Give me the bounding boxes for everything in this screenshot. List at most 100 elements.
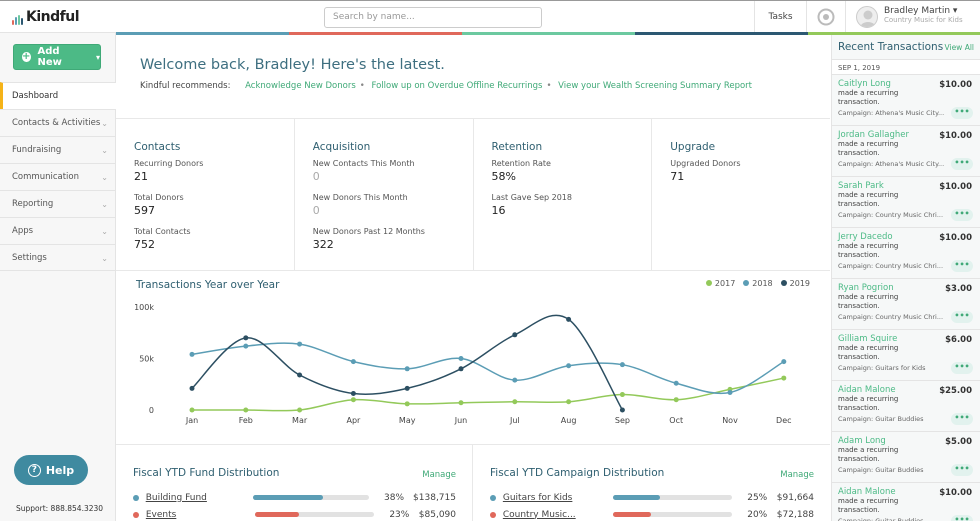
- transaction-item[interactable]: Jordan Gallagher $10.00 made a recurring t…: [832, 126, 980, 177]
- sidebar-item-fundraising[interactable]: Fundraising ⌄: [0, 136, 116, 163]
- distribution-name-link[interactable]: Country Music...: [503, 510, 601, 520]
- stat-label: New Donors Past 12 Months: [312, 227, 425, 236]
- question-circle-icon: ?: [27, 463, 41, 477]
- view-all-link[interactable]: View All: [945, 43, 974, 52]
- transaction-item[interactable]: Aidan Malone $25.00 made a recurring trans…: [832, 381, 980, 432]
- tasks-button[interactable]: Tasks: [754, 1, 806, 33]
- recommend-link[interactable]: Acknowledge New Donors: [245, 81, 356, 91]
- data-point-2019: [297, 372, 303, 378]
- stat-card: Contacts Recurring Donors 21 Total Donors 59…: [116, 119, 295, 270]
- fund-title: Fiscal YTD Fund Distribution: [133, 467, 280, 479]
- chevron-down-icon: ⌄: [101, 119, 108, 128]
- legend-dot: [490, 494, 496, 501]
- more-icon[interactable]: •••: [951, 107, 973, 119]
- welcome-title: Welcome back, Bradley! Here's the latest…: [140, 57, 445, 73]
- more-icon[interactable]: •••: [951, 362, 973, 374]
- sidebar-item-reporting[interactable]: Reporting ⌄: [0, 190, 116, 217]
- x-tick-label: Jul: [509, 416, 520, 425]
- caret-down-icon[interactable]: ▾: [96, 53, 100, 62]
- recommend-link[interactable]: View your Wealth Screening Summary Repor…: [558, 81, 752, 91]
- add-new-button[interactable]: + Add New ▾: [13, 44, 101, 70]
- data-point-2019: [243, 335, 249, 341]
- target-icon[interactable]: [806, 1, 846, 33]
- manage-link[interactable]: Manage: [422, 470, 456, 480]
- transaction-item[interactable]: Adam Long $5.00 made a recurring transacti…: [832, 432, 980, 483]
- data-point-2017: [673, 397, 679, 403]
- sidebar-nav: Dashboard Contacts & Activities ⌄ Fundrai…: [0, 82, 116, 271]
- more-icon[interactable]: •••: [951, 464, 973, 476]
- stat-title: Contacts: [134, 141, 181, 153]
- stat-value: 597: [134, 204, 155, 217]
- recent-title: Recent Transactions: [838, 41, 944, 53]
- transaction-amount: $10.00: [939, 80, 972, 90]
- chevron-down-icon: ⌄: [101, 227, 108, 236]
- plus-circle-icon: +: [22, 51, 31, 62]
- series-line-2019: [191, 314, 624, 411]
- stats-panel: Contacts Recurring Donors 21 Total Donors 59…: [116, 118, 830, 271]
- recommends-label: Kindful recommends:: [140, 81, 231, 91]
- data-point-2018: [404, 366, 410, 372]
- stat-value: 16: [491, 204, 506, 217]
- sidebar: + Add New ▾ Dashboard Contacts & Activitie…: [0, 33, 116, 521]
- chevron-down-icon: ▾: [952, 6, 958, 16]
- progress-bar: [252, 495, 369, 500]
- legend-item[interactable]: 2019: [780, 279, 810, 288]
- more-icon[interactable]: •••: [951, 209, 973, 221]
- user-menu[interactable]: Bradley Martin ▾ Country Music for Kids: [856, 6, 963, 28]
- transaction-message: made a recurring transaction.: [838, 89, 899, 106]
- sidebar-item-communication[interactable]: Communication ⌄: [0, 163, 116, 190]
- transaction-amount: $25.00: [939, 386, 972, 396]
- stat-title: Upgrade: [670, 141, 716, 153]
- progress-fill: [252, 495, 324, 500]
- x-tick-label: Apr: [346, 416, 361, 425]
- legend-item[interactable]: 2018: [743, 279, 773, 288]
- stat-label: Recurring Donors: [134, 159, 204, 168]
- data-point-2017: [243, 407, 249, 413]
- data-point-2019: [350, 391, 356, 397]
- distribution-amount: $85,090: [418, 509, 457, 520]
- sidebar-item-settings[interactable]: Settings ⌄: [0, 244, 116, 271]
- recommend-link[interactable]: Follow up on Overdue Offline Recurrings: [371, 81, 542, 91]
- help-button[interactable]: ? Help: [14, 455, 88, 485]
- more-icon[interactable]: •••: [951, 260, 973, 272]
- search-input[interactable]: Search by name...: [324, 7, 542, 28]
- data-point-2017: [350, 397, 356, 403]
- transaction-item[interactable]: Gilliam Squire $6.00 made a recurring tran…: [832, 330, 980, 381]
- distribution-row: Building Fund 38% $138,715: [133, 489, 456, 506]
- data-point-2019: [566, 316, 572, 322]
- stat-value: 58%: [491, 170, 516, 183]
- kindful-logo[interactable]: Kindful: [12, 9, 80, 25]
- distribution-name-link[interactable]: Building Fund: [146, 493, 241, 503]
- x-tick-label: Dec: [776, 416, 791, 425]
- sidebar-item-contacts[interactable]: Contacts & Activities ⌄: [0, 109, 116, 136]
- more-icon[interactable]: •••: [951, 158, 973, 170]
- transaction-item[interactable]: Jerry Dacedo $10.00 made a recurring trans…: [832, 228, 980, 279]
- transaction-item[interactable]: Aidan Malone $10.00 made a recurring trans…: [832, 483, 980, 521]
- logo-text: Kindful: [26, 9, 80, 25]
- more-icon[interactable]: •••: [951, 515, 973, 521]
- transaction-campaign: Campaign: Guitar Buddies: [838, 415, 924, 423]
- manage-link[interactable]: Manage: [780, 470, 814, 480]
- sidebar-item-apps[interactable]: Apps ⌄: [0, 217, 116, 244]
- sidebar-item-dashboard[interactable]: Dashboard: [0, 82, 116, 109]
- transaction-item[interactable]: Sarah Park $10.00 made a recurring transac…: [832, 177, 980, 228]
- chevron-down-icon: ⌄: [101, 254, 108, 263]
- transaction-item[interactable]: Ryan Pogrion $3.00 made a recurring transa…: [832, 279, 980, 330]
- transaction-message: made a recurring transaction.: [838, 395, 899, 412]
- distribution-name-link[interactable]: Guitars for Kids: [503, 493, 601, 503]
- more-icon[interactable]: •••: [951, 413, 973, 425]
- top-header: Kindful Search by name... Tasks Bradley …: [0, 0, 980, 33]
- avatar: [856, 6, 878, 28]
- legend-dot: [133, 511, 139, 518]
- sidebar-item-label: Fundraising: [12, 145, 62, 155]
- progress-fill: [612, 495, 661, 500]
- more-icon[interactable]: •••: [951, 311, 973, 323]
- data-point-2017: [566, 399, 572, 405]
- legend-item[interactable]: 2017: [705, 279, 735, 288]
- data-point-2018: [673, 380, 679, 386]
- data-point-2017: [404, 401, 410, 407]
- stat-label: New Contacts This Month: [312, 159, 415, 168]
- distribution-name-link[interactable]: Events: [146, 510, 243, 520]
- transaction-item[interactable]: Caitlyn Long $10.00 made a recurring trans…: [832, 75, 980, 126]
- transaction-campaign: Campaign: Athena's Music City...: [838, 160, 945, 168]
